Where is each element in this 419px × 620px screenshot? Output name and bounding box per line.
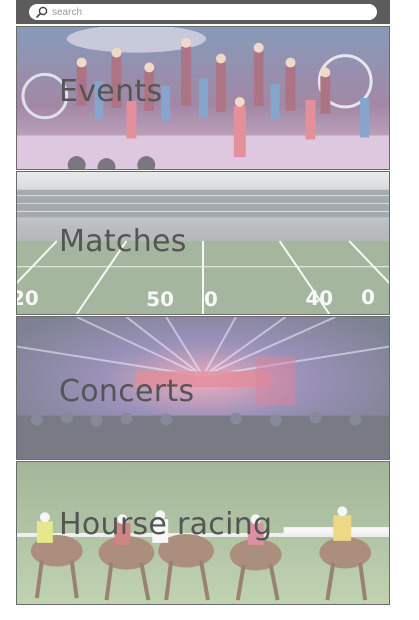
category-tile-events[interactable]: Events	[16, 26, 390, 170]
category-tile-matches[interactable]: 20 50 0 40 0 Matches	[16, 171, 390, 315]
category-list: Events 0 50 0 40 0 Matches Concerts Hour…	[16, 26, 390, 605]
app-root: Events	[0, 0, 419, 620]
category-label-events: Events	[59, 74, 163, 109]
search-input[interactable]	[48, 5, 352, 19]
category-tile-concerts[interactable]: Concerts	[16, 316, 390, 460]
category-label-racing: Hourse racing	[59, 507, 273, 542]
category-label-concerts: Concerts	[59, 374, 195, 409]
category-label-matches: Matches	[59, 224, 187, 259]
search-bar[interactable]	[29, 4, 377, 20]
search-icon	[36, 6, 48, 18]
category-tile-racing[interactable]: Hourse racing	[16, 461, 390, 605]
